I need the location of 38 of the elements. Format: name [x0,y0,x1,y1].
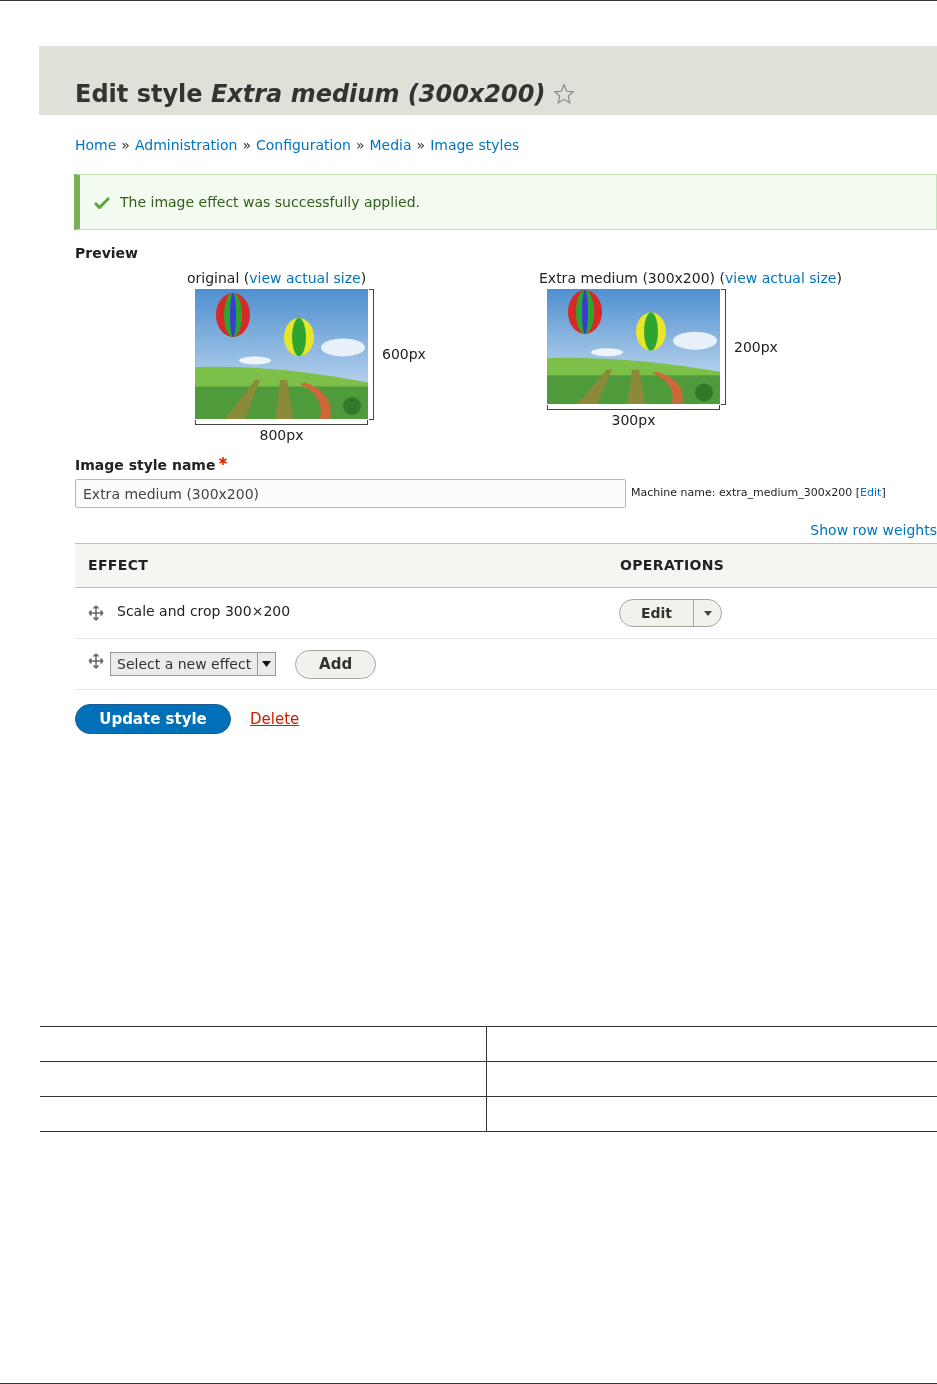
caret-icon [703,610,712,616]
effect-name: Scale and crop 300×200 [117,601,291,621]
machine-name: Machine name: extra_medium_300x200 [Edit] [631,485,886,502]
add-button[interactable]: Add [295,649,377,679]
breadcrumb-link[interactable]: Home [75,135,117,156]
width-label: 800px [259,426,304,445]
caret-icon [262,661,272,667]
field-label: Image style name [75,456,216,475]
breadcrumb-separator: » [355,136,365,155]
show-weights-link[interactable]: Show row weights [810,520,937,541]
drag-handle-icon[interactable] [88,653,104,669]
message-text: The image effect was successfully applied. [120,192,420,212]
height-label: 200px [734,337,778,357]
update-style-button[interactable]: Update style [75,704,231,734]
view-size-link[interactable]: view actual size [724,270,837,286]
breadcrumb-separator: » [242,136,251,155]
breadcrumb-separator: » [121,136,130,155]
column-header: OPERATIONS [620,556,725,575]
preview-caption: Extra medium (300x200) (view actual size) [539,269,842,288]
width-label: 300px [611,411,656,430]
breadcrumb-link[interactable]: Administration [134,135,238,156]
view-size-link[interactable]: view actual size [249,270,361,286]
page-title: Edit style Extra medium (300x200) [75,79,546,109]
breadcrumb-link[interactable]: Media [369,135,412,156]
breadcrumb-link[interactable]: Image styles [430,135,520,156]
style-name-field[interactable]: Extra medium (300x200) [75,479,626,508]
checkmark-icon [94,195,110,209]
breadcrumb-link[interactable]: Configuration [255,135,351,156]
star-icon[interactable] [553,83,576,105]
edit-link[interactable]: Edit [860,486,882,500]
breadcrumb-separator: » [416,136,426,155]
drag-handle-icon[interactable] [88,605,104,621]
height-label: 600px [382,345,426,364]
preview-label: Preview [75,244,139,263]
delete-link[interactable]: Delete [250,707,300,731]
column-header: EFFECT [87,556,150,575]
effect-select[interactable]: Select a new effect [110,652,277,676]
preview-caption: original (view actual size) [187,269,367,288]
